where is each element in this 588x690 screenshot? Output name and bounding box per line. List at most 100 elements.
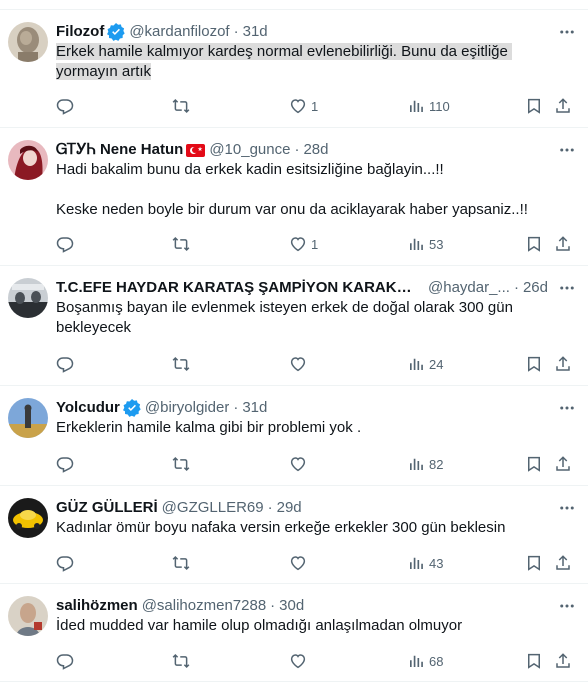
more-options-icon[interactable]	[558, 279, 576, 297]
views-button[interactable]: 82	[407, 454, 443, 474]
tweet-actions: 43	[56, 553, 588, 573]
reply-button[interactable]	[56, 553, 74, 573]
reply-button[interactable]	[56, 651, 74, 671]
user-handle[interactable]: @10_gunce	[209, 140, 290, 160]
like-count: 1	[311, 236, 319, 252]
display-name[interactable]: salihözmen	[56, 596, 138, 616]
retweet-icon	[172, 456, 190, 472]
tweet[interactable]: Filozof @kardanfilozof · 31d Erkek hamil…	[0, 10, 588, 128]
share-button[interactable]	[554, 454, 572, 474]
timestamp[interactable]: 31d	[242, 398, 267, 418]
display-name[interactable]: Filozof	[56, 22, 104, 42]
avatar[interactable]	[8, 596, 48, 636]
user-handle[interactable]: @kardanfilozof	[129, 22, 229, 42]
more-options-icon[interactable]	[558, 23, 576, 41]
like-button[interactable]	[289, 454, 311, 474]
timestamp[interactable]: 31d	[243, 22, 268, 42]
views-chart-icon	[410, 100, 423, 112]
display-name[interactable]: GÜZ GÜLLERİ	[56, 498, 158, 518]
user-handle[interactable]: @salihozmen7288	[142, 596, 266, 616]
bookmark-icon	[528, 356, 540, 372]
avatar[interactable]	[8, 140, 48, 180]
views-chart-icon	[410, 458, 423, 470]
bookmark-button[interactable]	[525, 234, 543, 254]
views-button[interactable]: 68	[407, 651, 443, 671]
reply-icon	[56, 457, 74, 473]
display-name[interactable]: Yolcudur	[56, 398, 120, 418]
tweet[interactable]: Yolcudur @biryolgider · 31d Erkeklerin h…	[0, 386, 588, 486]
views-chart-icon	[410, 238, 423, 250]
like-button[interactable]: 1	[289, 96, 318, 116]
reply-button[interactable]	[56, 234, 74, 254]
retweet-button[interactable]	[172, 553, 190, 573]
bookmark-button[interactable]	[525, 553, 543, 573]
like-button[interactable]	[289, 354, 311, 374]
share-button[interactable]	[554, 234, 572, 254]
user-handle[interactable]: @haydar_...	[428, 278, 510, 298]
user-handle[interactable]: @GZGLLER69	[162, 498, 264, 518]
share-button[interactable]	[554, 354, 572, 374]
more-options-icon[interactable]	[558, 399, 576, 417]
more-options-icon[interactable]	[558, 141, 576, 159]
tweet[interactable]: salihözmen @salihozmen7288 · 30d İded mu…	[0, 584, 588, 682]
bookmark-button[interactable]	[525, 354, 543, 374]
like-button[interactable]	[289, 553, 311, 573]
tweet[interactable]: GÜZ GÜLLERİ @GZGLLER69 · 29d Kadınlar öm…	[0, 486, 588, 584]
retweet-button[interactable]	[172, 354, 190, 374]
timestamp[interactable]: 26d	[523, 278, 548, 298]
share-button[interactable]	[554, 651, 572, 671]
retweet-button[interactable]	[172, 96, 190, 116]
avatar[interactable]	[8, 498, 48, 538]
views-button[interactable]: 110	[407, 96, 450, 116]
views-chart-icon	[410, 358, 423, 370]
avatar[interactable]	[8, 278, 48, 318]
views-button[interactable]: 43	[407, 553, 443, 573]
view-count: 110	[429, 98, 450, 114]
views-chart-icon	[410, 557, 423, 569]
views-button[interactable]: 24	[407, 354, 443, 374]
like-button[interactable]	[289, 651, 311, 671]
like-button[interactable]: 1	[289, 234, 318, 254]
tweet-header: GÜZ GÜLLERİ @GZGLLER69 · 29d	[56, 498, 548, 518]
avatar[interactable]	[8, 398, 48, 438]
retweet-button[interactable]	[172, 234, 190, 254]
like-count: 1	[311, 98, 319, 114]
heart-icon	[290, 556, 306, 571]
more-options-icon[interactable]	[558, 597, 576, 615]
display-name[interactable]: T.C.EFE HAYDAR KARATAŞ ŞAMPİYON KARAKART…	[56, 278, 414, 298]
share-button[interactable]	[554, 553, 572, 573]
more-options-icon[interactable]	[558, 499, 576, 517]
timestamp[interactable]: 30d	[279, 596, 304, 616]
tweet[interactable]: ᏀᎢᎩᏂ Nene Hatun ★ @10_gunce · 28d Hadi b…	[0, 128, 588, 266]
tweet-header: salihözmen @salihozmen7288 · 30d	[56, 596, 548, 616]
bookmark-button[interactable]	[525, 651, 543, 671]
separator-dot: ·	[294, 141, 300, 158]
tweet-text: Erkek hamile kalmıyor kardeş normal evle…	[56, 43, 513, 80]
bookmark-button[interactable]	[525, 454, 543, 474]
timestamp[interactable]: 29d	[277, 498, 302, 518]
retweet-icon	[172, 356, 190, 372]
reply-button[interactable]	[56, 96, 74, 116]
tweet-header: Yolcudur @biryolgider · 31d	[56, 398, 548, 418]
tweet-actions: 82	[56, 454, 588, 474]
tweet-text: Kadınlar ömür boyu nafaka versin erkeğe …	[56, 519, 506, 536]
retweet-button[interactable]	[172, 454, 190, 474]
previous-tweet-edge	[0, 0, 588, 10]
heart-icon	[290, 237, 306, 252]
tweet-actions: 68	[56, 651, 588, 671]
retweet-button[interactable]	[172, 651, 190, 671]
bookmark-icon	[528, 653, 540, 669]
reply-button[interactable]	[56, 354, 74, 374]
bookmark-icon	[528, 555, 540, 571]
heart-icon	[290, 99, 306, 114]
share-button[interactable]	[554, 96, 572, 116]
views-button[interactable]: 53	[407, 234, 443, 254]
reply-button[interactable]	[56, 454, 74, 474]
separator-dot: ·	[513, 279, 519, 296]
avatar[interactable]	[8, 22, 48, 62]
tweet[interactable]: T.C.EFE HAYDAR KARATAŞ ŞAMPİYON KARAKART…	[0, 266, 588, 386]
timestamp[interactable]: 28d	[303, 140, 328, 160]
display-name[interactable]: ᏀᎢᎩᏂ Nene Hatun	[56, 140, 183, 160]
user-handle[interactable]: @biryolgider	[145, 398, 229, 418]
bookmark-button[interactable]	[525, 96, 543, 116]
